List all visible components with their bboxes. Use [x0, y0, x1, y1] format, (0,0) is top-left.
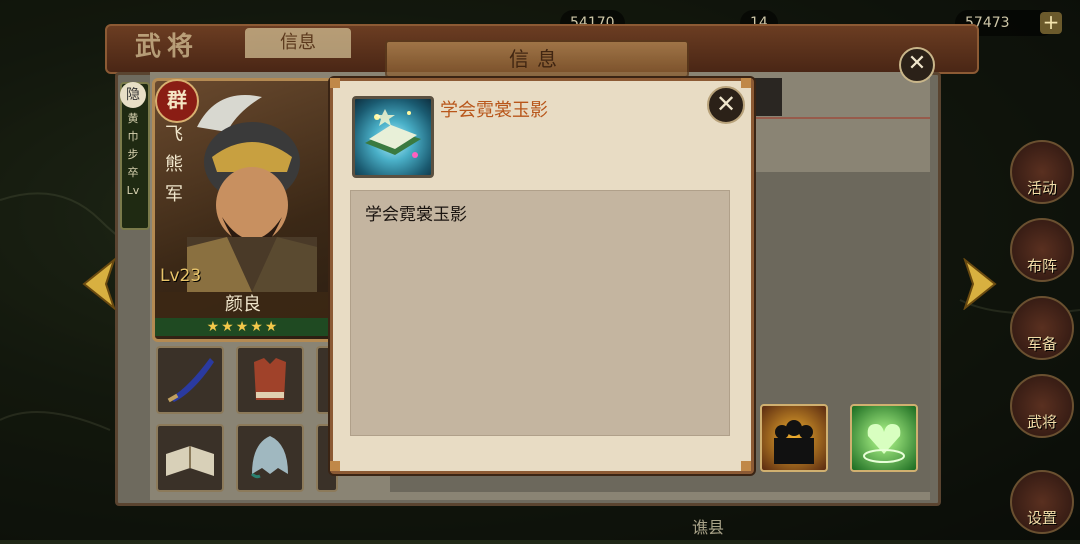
- hero-stars: ★★★★★: [155, 318, 331, 336]
- side-menu-label: 活动: [1026, 179, 1057, 197]
- side-menu-label: 武将: [1026, 413, 1057, 431]
- hide-badge: 隐: [120, 82, 146, 108]
- dialog-corner: [330, 78, 340, 88]
- item-description: 学会霓裳玉影: [365, 205, 467, 225]
- prev-hero-arrow[interactable]: [80, 258, 116, 310]
- helmet-icon: [250, 436, 288, 479]
- hero-level: Lv23: [160, 266, 202, 286]
- book-icon: [166, 446, 214, 476]
- faction-badge: 群: [155, 79, 199, 123]
- magic-book-icon: [365, 109, 421, 158]
- add-resource-button[interactable]: +: [1040, 12, 1062, 34]
- hero-name: 颜良: [225, 294, 261, 315]
- side-menu-label: 布阵: [1026, 257, 1057, 275]
- tab-info[interactable]: 信息: [245, 28, 351, 58]
- next-hero-arrow[interactable]: [963, 258, 999, 310]
- panel-close-button[interactable]: ✕: [899, 47, 935, 83]
- item-description-box: [350, 190, 730, 436]
- side-menu-label: 设置: [1026, 509, 1057, 527]
- side-menu-formation[interactable]: 布阵: [1010, 218, 1074, 282]
- equip-slot-armor[interactable]: [236, 346, 304, 414]
- equip-slot-helmet[interactable]: [236, 424, 304, 492]
- hero-panel-title: 武将: [135, 32, 200, 62]
- sword-icon: [167, 358, 214, 403]
- map-location-label: 谯县: [692, 518, 725, 537]
- shadow-warriors-icon: [774, 420, 814, 464]
- equip-slot-weapon[interactable]: [156, 346, 224, 414]
- item-title: 学会霓裳玉影: [440, 100, 548, 121]
- side-menu-label: 军备: [1026, 335, 1057, 353]
- dialog-corner: [330, 461, 340, 471]
- dialog-corner: [741, 461, 751, 471]
- equip-slot-book[interactable]: [156, 424, 224, 492]
- skill-slot-1[interactable]: [760, 404, 828, 472]
- side-menu-equipment[interactable]: 军备: [1010, 296, 1074, 360]
- skill-book-icon: [352, 96, 434, 178]
- armor-icon: [254, 358, 286, 400]
- heart-heal-icon: [863, 424, 905, 463]
- skill-slot-2[interactable]: [850, 404, 918, 472]
- dialog-corner: [741, 78, 751, 88]
- side-menu-settings[interactable]: 设置: [1010, 470, 1074, 534]
- dialog-close-button[interactable]: ✕: [707, 86, 745, 124]
- side-menu-heroes[interactable]: 武将: [1010, 374, 1074, 438]
- side-menu-activity[interactable]: 活动: [1010, 140, 1074, 204]
- info-header-banner: 信息: [385, 40, 689, 78]
- troop-tag-label: 黄巾步卒Lv: [126, 112, 140, 197]
- unit-type-label: 飞熊军: [165, 124, 183, 205]
